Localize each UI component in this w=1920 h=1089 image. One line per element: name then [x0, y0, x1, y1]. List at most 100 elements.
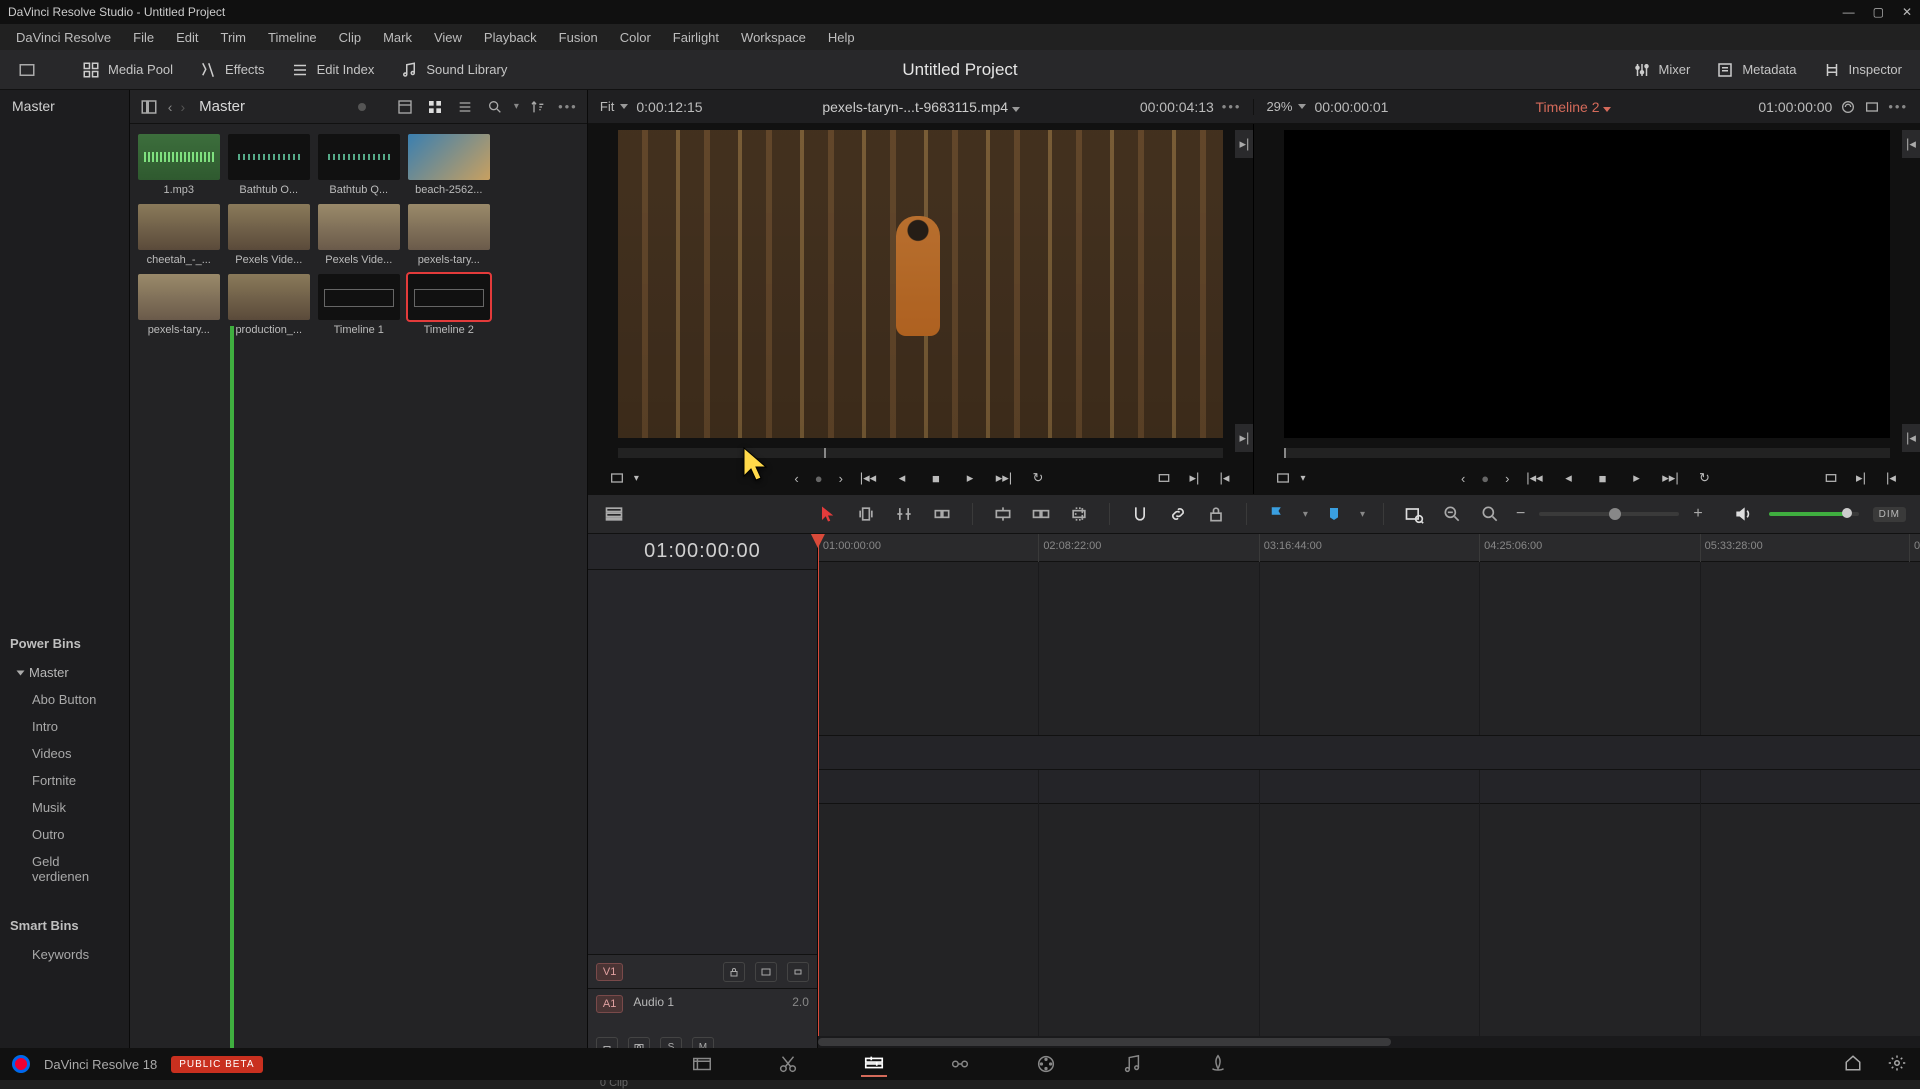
media-thumbnail[interactable]: [138, 274, 220, 320]
v1-lock-button[interactable]: [723, 962, 745, 982]
menu-trim[interactable]: Trim: [211, 28, 257, 47]
media-item[interactable]: Bathtub Q...: [318, 134, 400, 196]
position-lock-toggle[interactable]: [1204, 502, 1228, 526]
tl-out-button[interactable]: |◂: [1902, 424, 1920, 452]
stop-button[interactable]: ■: [927, 469, 945, 487]
zoom-in-button[interactable]: +: [1693, 505, 1702, 523]
monitor-volume-slider[interactable]: [1769, 512, 1859, 516]
home-button[interactable]: [1844, 1054, 1864, 1074]
maximize-button[interactable]: ▢: [1873, 5, 1884, 19]
source-clip-name[interactable]: pexels-taryn-...t-9683115.mp4: [711, 99, 1132, 115]
out-point-button[interactable]: ▸|: [1235, 424, 1253, 452]
media-item[interactable]: beach-2562...: [408, 134, 490, 196]
fullscreen-button[interactable]: [8, 57, 46, 83]
tl-stop-button[interactable]: ■: [1594, 469, 1612, 487]
metadata-toggle[interactable]: Metadata: [1706, 57, 1806, 83]
v1-enable-button[interactable]: [787, 962, 809, 982]
source-scrubber[interactable]: [618, 448, 1224, 458]
jog-left[interactable]: ‹: [794, 471, 798, 486]
source-viewer[interactable]: ▸| ▸| ▾ ‹ ● › |◂◂ ◂ ■ ▸ ▸▸| ↻: [588, 124, 1254, 494]
menu-davinci[interactable]: DaVinci Resolve: [6, 28, 121, 47]
metadata-view-button[interactable]: [394, 96, 416, 118]
edit-index-toggle[interactable]: Edit Index: [281, 57, 385, 83]
tl-go-last-button[interactable]: ▸▸|: [1662, 469, 1680, 487]
tl-mark-out-button[interactable]: |◂: [1882, 469, 1900, 487]
search-dropdown[interactable]: ▾: [514, 101, 519, 112]
menu-fusion[interactable]: Fusion: [549, 28, 608, 47]
media-thumbnail[interactable]: [318, 134, 400, 180]
custom-zoom-button[interactable]: [1478, 502, 1502, 526]
color-page-button[interactable]: [1033, 1051, 1059, 1077]
marker-caret[interactable]: ▾: [1360, 509, 1365, 520]
media-thumbnail[interactable]: [228, 134, 310, 180]
media-item[interactable]: Bathtub O...: [228, 134, 310, 196]
minimize-button[interactable]: ―: [1843, 5, 1855, 19]
source-zoom[interactable]: Fit: [600, 99, 628, 114]
video-track-v1[interactable]: [818, 562, 1920, 770]
zoom-slider[interactable]: [1539, 512, 1679, 516]
media-thumbnail[interactable]: [228, 274, 310, 320]
menu-clip[interactable]: Clip: [329, 28, 371, 47]
media-thumbnail[interactable]: [228, 204, 310, 250]
media-page-button[interactable]: [689, 1051, 715, 1077]
blade-tool[interactable]: [930, 502, 954, 526]
selection-tool[interactable]: [816, 502, 840, 526]
media-item[interactable]: cheetah_-_...: [138, 204, 220, 266]
power-bin-item[interactable]: Outro: [0, 821, 129, 848]
menu-file[interactable]: File: [123, 28, 164, 47]
dim-button[interactable]: DIM: [1873, 507, 1906, 522]
power-bin-item[interactable]: Musik: [0, 794, 129, 821]
marker-button[interactable]: [1322, 502, 1346, 526]
power-bin-item[interactable]: Intro: [0, 713, 129, 740]
sound-library-toggle[interactable]: Sound Library: [390, 57, 517, 83]
media-thumbnail[interactable]: [318, 204, 400, 250]
overwrite-clip-button[interactable]: [1029, 502, 1053, 526]
menu-help[interactable]: Help: [818, 28, 865, 47]
video-track-v1-head[interactable]: V1: [588, 954, 817, 988]
timeline-tracks[interactable]: 01:00:00:00 02:08:22:00 03:16:44:00 04:2…: [818, 534, 1920, 1048]
play-button[interactable]: ▸: [961, 469, 979, 487]
link-toggle[interactable]: [1166, 502, 1190, 526]
mark-in-button[interactable]: ▸|: [1185, 469, 1203, 487]
media-thumbnail[interactable]: [408, 204, 490, 250]
bin-layout-button[interactable]: [138, 96, 160, 118]
tl-go-first-button[interactable]: |◂◂: [1526, 469, 1544, 487]
tl-viewer-mode-caret[interactable]: ▾: [1300, 473, 1305, 484]
tl-step-back-button[interactable]: ◂: [1560, 469, 1578, 487]
bypass-grade-button[interactable]: [1840, 99, 1856, 115]
mixer-toggle[interactable]: Mixer: [1623, 57, 1701, 83]
flag-caret[interactable]: ▾: [1303, 509, 1308, 520]
close-button[interactable]: ✕: [1902, 5, 1912, 19]
nav-forward[interactable]: ›: [180, 99, 185, 115]
go-first-button[interactable]: |◂◂: [859, 469, 877, 487]
media-item[interactable]: production_...: [228, 274, 310, 336]
tl-jog-left[interactable]: ‹: [1461, 471, 1465, 486]
detail-zoom-button[interactable]: [1440, 502, 1464, 526]
media-item[interactable]: 1.mp3: [138, 134, 220, 196]
cut-page-button[interactable]: [775, 1051, 801, 1077]
media-item[interactable]: Pexels Vide...: [318, 204, 400, 266]
tl-mark-in-button[interactable]: ▸|: [1852, 469, 1870, 487]
media-thumbnail[interactable]: [408, 134, 490, 180]
sort-button[interactable]: [527, 96, 549, 118]
trim-tool[interactable]: [854, 502, 878, 526]
menu-fairlight[interactable]: Fairlight: [663, 28, 729, 47]
media-item[interactable]: Timeline 1: [318, 274, 400, 336]
menu-mark[interactable]: Mark: [373, 28, 422, 47]
smart-bin-item[interactable]: Keywords: [0, 941, 129, 968]
power-bin-item[interactable]: Fortnite: [0, 767, 129, 794]
fusion-page-button[interactable]: [947, 1051, 973, 1077]
power-bin-item[interactable]: Geld verdienen: [0, 848, 129, 890]
menu-workspace[interactable]: Workspace: [731, 28, 816, 47]
nav-back[interactable]: ‹: [168, 99, 173, 115]
breadcrumb[interactable]: Master: [199, 98, 245, 115]
insert-clip-button[interactable]: [991, 502, 1015, 526]
audio-track-a1[interactable]: [818, 770, 1920, 1048]
timeline-view-options[interactable]: [602, 502, 626, 526]
media-item[interactable]: pexels-tary...: [138, 274, 220, 336]
menu-timeline[interactable]: Timeline: [258, 28, 327, 47]
fairlight-page-button[interactable]: [1119, 1051, 1145, 1077]
timeline-zoom[interactable]: 29%: [1266, 99, 1306, 114]
audio-track-a1-head[interactable]: A1 Audio 1 2.0 S M 0 Clip: [588, 988, 817, 1048]
media-item[interactable]: Pexels Vide...: [228, 204, 310, 266]
